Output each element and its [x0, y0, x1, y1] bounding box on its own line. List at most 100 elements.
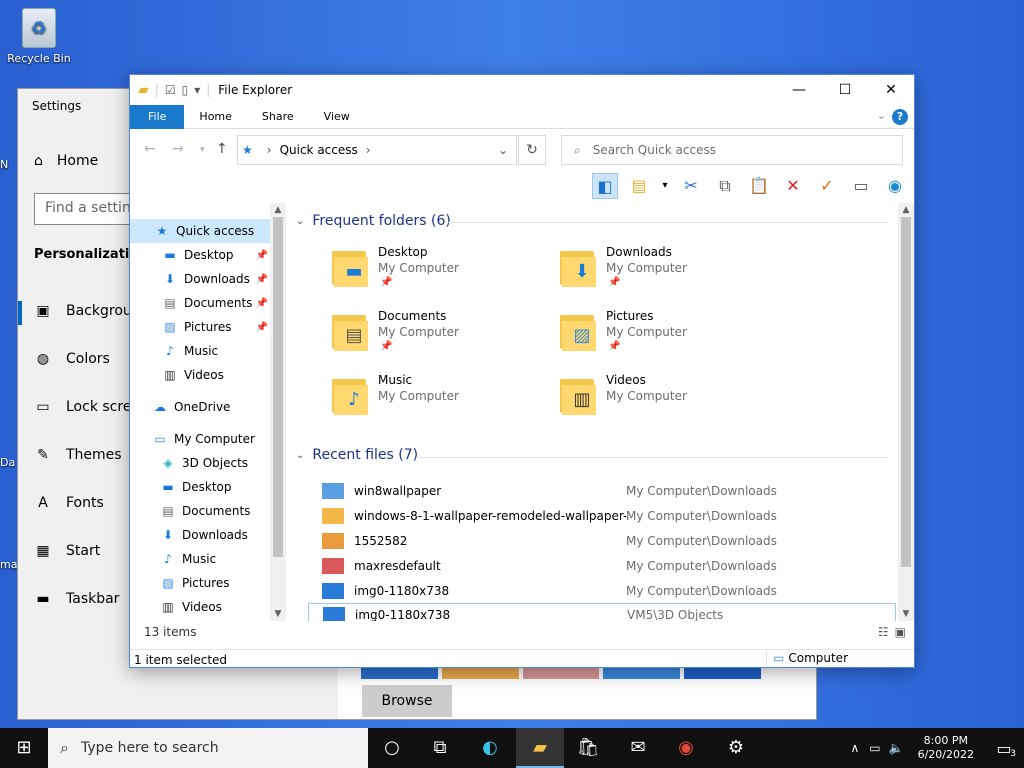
nav-item-videos-2[interactable]: ▥ Videos: [130, 595, 272, 619]
paste-icon[interactable]: 📋: [746, 173, 772, 199]
recent-file-row-focused[interactable]: img0-1180x738 VM5\3D Objects: [308, 603, 896, 621]
scroll-down-arrow-icon[interactable]: ▼: [898, 609, 914, 619]
scroll-thumb[interactable]: [273, 217, 283, 557]
help-icon[interactable]: ?: [892, 109, 908, 125]
chrome-icon[interactable]: ◉: [662, 728, 710, 768]
address-bar[interactable]: ★ › Quick access › ⌄: [237, 135, 517, 165]
pin-icon[interactable]: 📌: [256, 250, 268, 261]
tab-home[interactable]: Home: [184, 105, 246, 129]
tab-share[interactable]: Share: [247, 105, 309, 129]
customize-qa-chevron-icon[interactable]: ▾: [194, 83, 200, 97]
copy-icon[interactable]: ⧉: [712, 173, 738, 199]
delete-icon[interactable]: ✕: [780, 173, 806, 199]
nav-item-downloads[interactable]: ⬇ Downloads 📌: [130, 267, 272, 291]
notification-icon[interactable]: ▭ 3: [984, 739, 1024, 759]
pin-icon[interactable]: 📌: [256, 322, 268, 333]
nav-item-desktop-2[interactable]: ▬ Desktop: [130, 475, 272, 499]
taskbar-search-input[interactable]: ⌕ Type here to search: [48, 728, 368, 768]
tab-view[interactable]: View: [309, 105, 365, 129]
settings-item-fonts[interactable]: A Fonts: [34, 495, 104, 511]
chevron-up-icon[interactable]: ∧: [851, 741, 860, 755]
close-button[interactable]: ✕: [868, 75, 914, 105]
properties-icon[interactable]: ☑: [165, 83, 176, 97]
edge-icon[interactable]: ◐: [466, 728, 514, 768]
forward-arrow-icon[interactable]: →: [172, 141, 184, 157]
scroll-thumb[interactable]: [901, 217, 911, 567]
nav-item-my-computer[interactable]: ▭ My Computer: [130, 427, 272, 451]
folder-options-icon[interactable]: ▤: [626, 173, 652, 199]
nav-item-documents[interactable]: ▤ Documents 📌: [130, 291, 272, 315]
folder-tile-videos[interactable]: ▥ Videos My Computer: [560, 373, 780, 433]
scroll-up-arrow-icon[interactable]: ▲: [270, 205, 286, 215]
breadcrumb-chevron-icon[interactable]: ›: [366, 143, 371, 157]
cortana-icon[interactable]: ○: [368, 728, 416, 768]
recent-file-row[interactable]: win8wallpaper My Computer\Downloads: [308, 479, 896, 503]
back-arrow-icon[interactable]: ←: [144, 141, 156, 157]
folder-tile-music[interactable]: ♪ Music My Computer: [332, 373, 552, 433]
nav-item-quick-access[interactable]: ★ Quick access: [130, 219, 272, 243]
frequent-folders-header[interactable]: ⌄ Frequent folders (6): [296, 213, 451, 229]
recent-file-row[interactable]: maxresdefault My Computer\Downloads: [308, 554, 896, 578]
volume-icon[interactable]: 🔈: [889, 741, 904, 755]
nav-item-desktop[interactable]: ▬ Desktop 📌: [130, 243, 272, 267]
settings-item-themes[interactable]: ✎ Themes: [34, 447, 121, 463]
nav-item-videos[interactable]: ▥ Videos: [130, 363, 272, 387]
minimize-button[interactable]: —: [776, 75, 822, 105]
folder-tile-desktop[interactable]: ▬ Desktop My Computer 📌: [332, 245, 552, 305]
recent-locations-chevron-icon[interactable]: ▾: [200, 145, 205, 155]
large-icons-view-icon[interactable]: ▣: [895, 625, 906, 639]
settings-item-taskbar[interactable]: ▬ Taskbar: [34, 591, 119, 607]
checkmark-icon[interactable]: ✓: [814, 173, 840, 199]
breadcrumb-chevron-icon[interactable]: ›: [267, 143, 272, 157]
search-input[interactable]: ⌕ Search Quick access: [561, 135, 903, 165]
settings-item-start[interactable]: ▦ Start: [34, 543, 100, 559]
breadcrumb-quick-access[interactable]: Quick access: [280, 143, 358, 157]
recent-file-row[interactable]: img0-1180x738 My Computer\Downloads: [308, 579, 896, 603]
recent-files-header[interactable]: ⌄ Recent files (7): [296, 447, 418, 463]
up-arrow-icon[interactable]: ↑: [216, 141, 228, 157]
nav-item-documents-2[interactable]: ▤ Documents: [130, 499, 272, 523]
file-explorer-taskbar-icon[interactable]: ▰: [516, 728, 564, 768]
task-view-icon[interactable]: ⧉: [416, 728, 464, 768]
cut-icon[interactable]: ✂: [678, 173, 704, 199]
folder-tile-downloads[interactable]: ⬇ Downloads My Computer 📌: [560, 245, 780, 305]
recent-file-row[interactable]: windows-8-1-wallpaper-remodeled-wallpape…: [308, 504, 896, 528]
store-icon[interactable]: 🛍: [564, 728, 612, 768]
nav-item-onedrive[interactable]: ☁ OneDrive: [130, 395, 272, 419]
expand-ribbon-chevron-icon[interactable]: ⌄: [877, 109, 886, 122]
scroll-up-arrow-icon[interactable]: ▲: [898, 205, 914, 215]
preview-pane-icon[interactable]: ◧: [592, 173, 618, 199]
address-dropdown-chevron-icon[interactable]: ⌄: [498, 143, 508, 157]
nav-item-3d-objects[interactable]: ◈ 3D Objects: [130, 451, 272, 475]
nav-item-pictures-2[interactable]: ▨ Pictures: [130, 571, 272, 595]
settings-home-button[interactable]: ⌂ Home: [34, 153, 98, 169]
refresh-button[interactable]: ↻: [518, 135, 546, 165]
settings-gear-icon[interactable]: ⚙: [712, 728, 760, 768]
tab-file[interactable]: File: [130, 104, 185, 129]
pin-icon[interactable]: 📌: [256, 298, 268, 309]
nav-item-music[interactable]: ♪ Music: [130, 339, 272, 363]
new-folder-icon[interactable]: ▯: [182, 83, 189, 97]
pin-icon[interactable]: 📌: [256, 274, 268, 285]
options-chevron-icon[interactable]: ▾: [660, 173, 670, 199]
nav-item-music-2[interactable]: ♪ Music: [130, 547, 272, 571]
globe-icon[interactable]: ◉: [882, 173, 908, 199]
rename-icon[interactable]: ▭: [848, 173, 874, 199]
maximize-button[interactable]: ☐: [822, 75, 868, 105]
recent-file-row[interactable]: 1552582 My Computer\Downloads: [308, 529, 896, 553]
recycle-bin-desktop-icon[interactable]: ♻ Recycle Bin: [2, 8, 76, 65]
mail-icon[interactable]: ✉: [614, 728, 662, 768]
settings-item-colors[interactable]: ◍ Colors: [34, 351, 110, 367]
folder-tile-documents[interactable]: ▤ Documents My Computer 📌: [332, 309, 552, 369]
clock[interactable]: 8:00 PM 6/20/2022: [918, 734, 974, 762]
windows-start-icon[interactable]: ⊞: [0, 728, 48, 768]
folder-tile-pictures[interactable]: ▨ Pictures My Computer 📌: [560, 309, 780, 369]
browse-button[interactable]: Browse: [362, 685, 452, 717]
nav-pane-scrollbar[interactable]: ▲ ▼: [270, 203, 286, 621]
network-icon[interactable]: ▭: [869, 741, 880, 755]
nav-item-downloads-2[interactable]: ⬇ Downloads: [130, 523, 272, 547]
scroll-down-arrow-icon[interactable]: ▼: [270, 609, 286, 619]
details-view-icon[interactable]: ☷: [878, 625, 889, 639]
nav-item-pictures[interactable]: ▨ Pictures 📌: [130, 315, 272, 339]
content-scrollbar[interactable]: ▲ ▼: [898, 203, 914, 621]
